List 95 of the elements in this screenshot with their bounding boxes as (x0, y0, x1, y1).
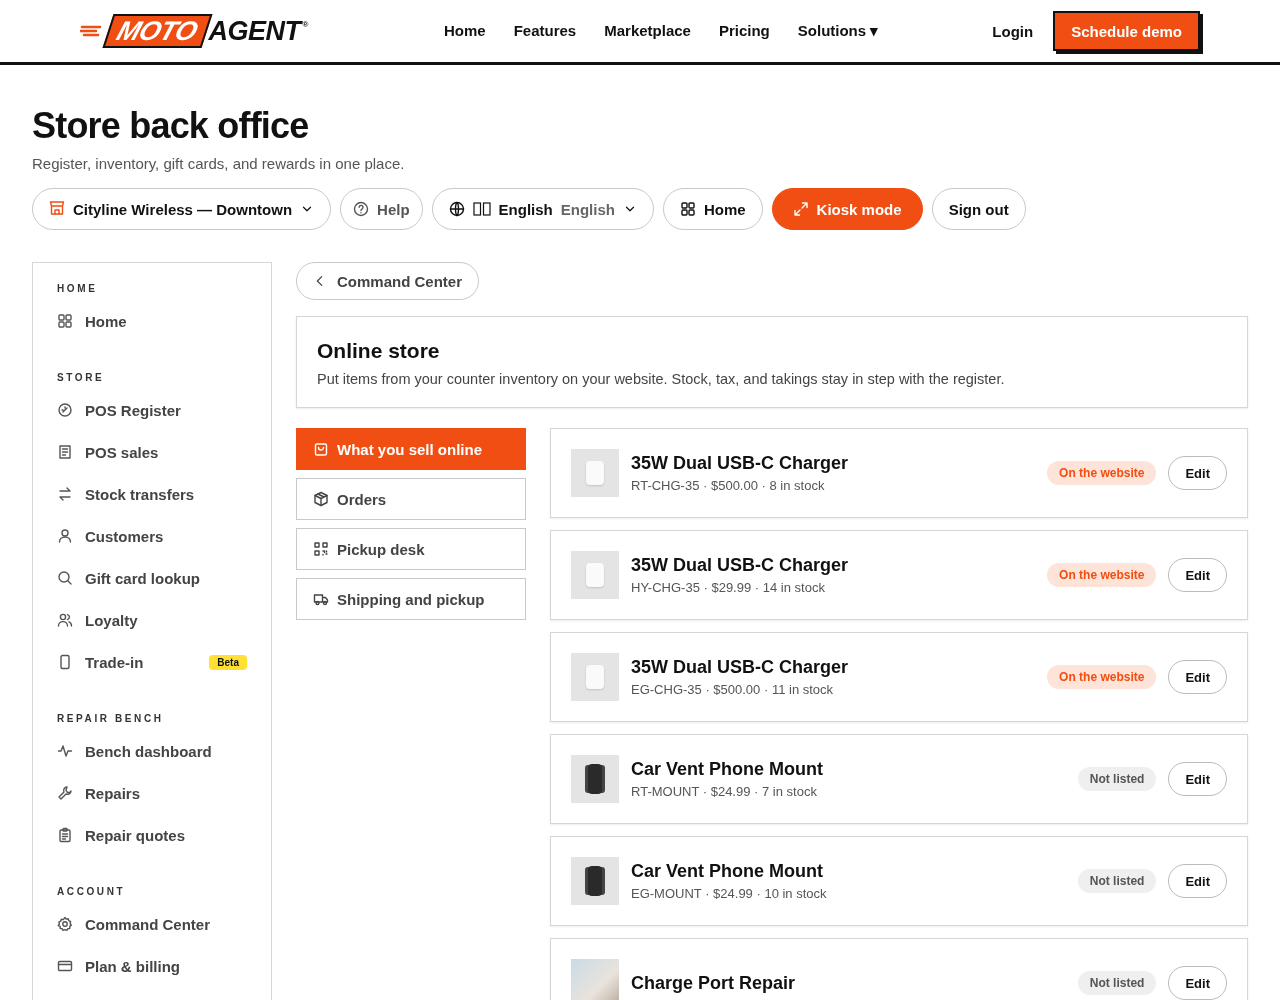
product-name: Charge Port Repair (631, 972, 797, 994)
sidebar-item[interactable]: Customers (57, 515, 247, 557)
section-title: Online store (317, 339, 441, 363)
edit-button[interactable]: Edit (1168, 762, 1227, 796)
product-details: EG-CHG-35 · $500.00 · 11 in stock (631, 682, 835, 697)
section-description: Put items from your counter inventory on your website. Stock, tax, and takings stay in step with the register. (317, 371, 1006, 387)
credit-card-icon (57, 958, 73, 974)
expand-icon (792, 201, 809, 217)
nav-link[interactable]: Features (513, 22, 577, 40)
section-tab[interactable]: Pickup desk (296, 528, 526, 570)
nav-link[interactable]: Home (444, 22, 486, 40)
phone-mount-thumbnail (571, 755, 619, 803)
sidebar-item[interactable]: POS sales (57, 431, 247, 473)
listing-status-badge: Not listed (1077, 767, 1157, 791)
sidebar-item[interactable]: Bench dashboard (57, 730, 247, 772)
kiosk-mode-button[interactable]: Kiosk mode (771, 188, 923, 230)
nav-link[interactable]: Solutions ▾ (797, 22, 879, 40)
beta-badge: Beta (209, 654, 247, 670)
person-icon (57, 528, 73, 544)
globe-icon (448, 201, 465, 217)
section-tab[interactable]: Orders (296, 478, 526, 520)
edit-button[interactable]: Edit (1168, 966, 1227, 1000)
page-subtitle: Register, inventory, gift cards, and rewards in one place. (32, 155, 406, 172)
nav-link[interactable]: Marketplace (604, 22, 691, 40)
edit-button[interactable]: Edit (1168, 558, 1227, 592)
phone-icon (57, 654, 73, 670)
gauge-icon (57, 402, 73, 418)
listing-status-badge: Not listed (1077, 971, 1157, 995)
receipt-icon (57, 444, 73, 460)
sidebar-item[interactable]: Command Center (57, 903, 247, 945)
sidebar-item[interactable]: Home (57, 300, 247, 342)
charger-thumbnail (571, 653, 619, 701)
box-icon (313, 491, 329, 507)
language-native-label: English (560, 200, 615, 218)
product-name: 35W Dual USB-C Charger (631, 453, 850, 474)
swap-arrows-icon (57, 486, 73, 502)
qr-code-icon (313, 541, 329, 557)
edit-button[interactable]: Edit (1168, 864, 1227, 898)
edit-button[interactable]: Edit (1168, 660, 1227, 694)
truck-icon (313, 591, 329, 607)
people-icon (57, 612, 73, 628)
sidebar-item[interactable]: Stock transfers (57, 473, 247, 515)
product-name: Car Vent Phone Mount (631, 861, 824, 882)
sidebar-item[interactable]: Repair quotes (57, 814, 247, 856)
product-name: 35W Dual USB-C Charger (631, 555, 850, 576)
sidebar-item[interactable]: Gift card lookup (57, 557, 247, 599)
settings-icon (57, 916, 73, 932)
back-button[interactable]: Command Center (296, 262, 480, 300)
registered-mark: ® (302, 20, 308, 29)
location-select[interactable]: Cityline Wireless — Downtown (32, 188, 332, 230)
sidebar-item[interactable]: Trade-in Beta (57, 641, 247, 683)
bag-icon (313, 441, 329, 457)
section-tab[interactable]: Shipping and pickup (296, 578, 526, 620)
sidebar-item[interactable]: Plan & billing (57, 945, 247, 987)
product-details: RT-MOUNT · $24.99 · 7 in stock (631, 784, 818, 799)
section-heading: ACCOUNT (57, 886, 127, 897)
clipboard-icon (57, 827, 73, 843)
help-icon (353, 201, 370, 217)
sidebar-item[interactable]: POS Register (57, 389, 247, 431)
language-select[interactable]: English English (431, 188, 654, 230)
wrench-icon (57, 785, 73, 801)
phone-mount-thumbnail (571, 857, 619, 905)
product-name: 35W Dual USB-C Charger (631, 657, 850, 678)
sidebar-item[interactable]: Loyalty (57, 599, 247, 641)
grid-icon (679, 201, 696, 217)
sidebar-item[interactable]: Repairs (57, 772, 247, 814)
section-tab[interactable]: What you sell online (296, 428, 526, 470)
listing-status-badge: On the website (1047, 563, 1157, 587)
section-heading: REPAIR BENCH (57, 713, 165, 724)
help-button[interactable]: Help (340, 188, 423, 230)
photo-placeholder (571, 959, 619, 1000)
charger-thumbnail (571, 449, 619, 497)
home-button[interactable]: Home (662, 188, 763, 230)
product-details: RT-CHG-35 · $500.00 · 8 in stock (631, 478, 826, 493)
grid-icon (57, 313, 73, 329)
section-heading: HOME (57, 283, 99, 294)
listing-status-badge: On the website (1047, 461, 1157, 485)
listing-status-badge: On the website (1047, 665, 1157, 689)
schedule-demo-button[interactable]: Schedule demo (1053, 11, 1200, 51)
sign-out-button[interactable]: Sign out (931, 188, 1026, 230)
charger-thumbnail (571, 551, 619, 599)
product-details: EG-MOUNT · $24.99 · 10 in stock (631, 886, 828, 901)
listing-status-badge: Not listed (1077, 869, 1157, 893)
login-link[interactable]: Login (992, 22, 1034, 40)
product-name: Car Vent Phone Mount (631, 759, 824, 780)
store-icon (49, 199, 65, 216)
product-details: HY-CHG-35 · $29.99 · 14 in stock (631, 580, 826, 595)
language-label: English (498, 200, 553, 218)
nav-link[interactable]: Pricing (718, 22, 770, 40)
pulse-icon (57, 743, 73, 759)
glyph-boxes-icon (472, 202, 491, 216)
section-heading: STORE (57, 372, 106, 383)
page-title: Store back office (32, 104, 310, 148)
search-icon (57, 570, 73, 586)
edit-button[interactable]: Edit (1168, 456, 1227, 490)
